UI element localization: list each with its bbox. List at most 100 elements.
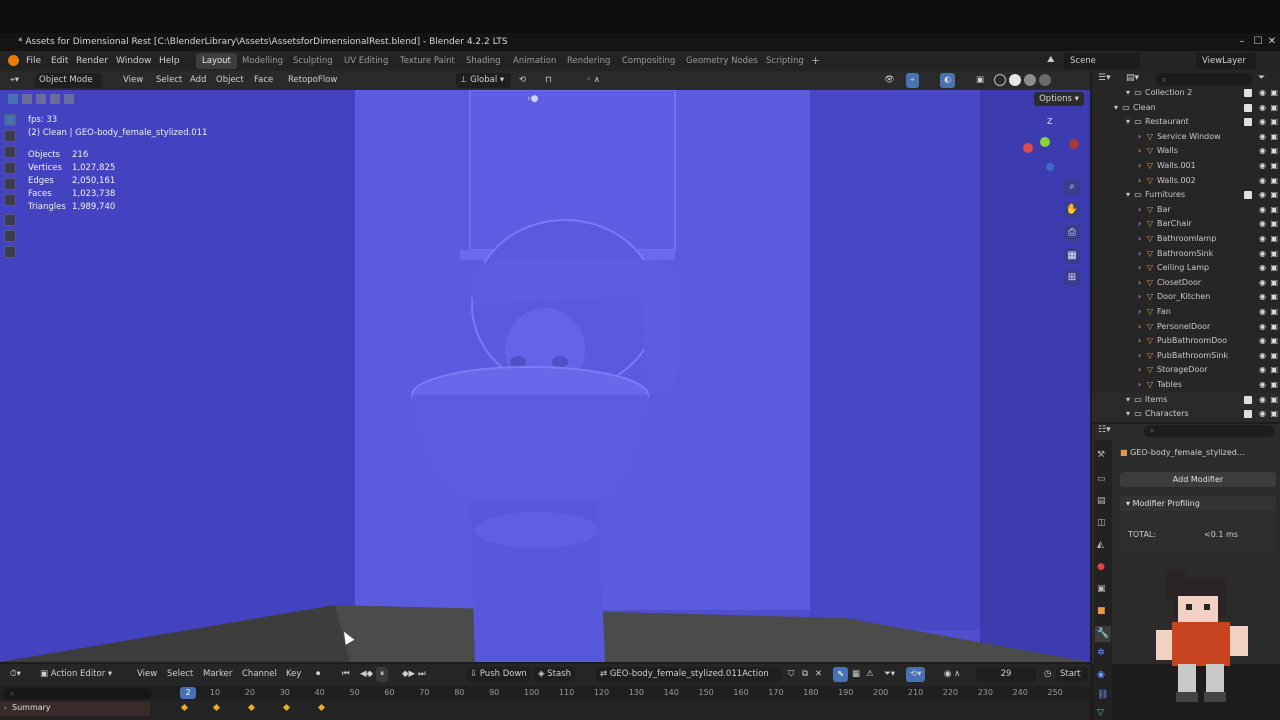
jump-keyframe-back-icon[interactable]: ◀◆ bbox=[356, 667, 377, 682]
exclude-checkbox[interactable] bbox=[1244, 191, 1252, 200]
scene-selector[interactable]: Scene bbox=[1064, 53, 1140, 69]
select-subtract-icon[interactable] bbox=[36, 94, 46, 104]
minimize-button[interactable]: – bbox=[1236, 36, 1248, 48]
outliner-row[interactable]: ▾ ▭ Furnitures ◉ ▣ bbox=[1092, 188, 1280, 203]
visibility-eye-icon[interactable]: ◉ bbox=[1259, 320, 1266, 335]
tab-modelling[interactable]: Modelling bbox=[236, 53, 289, 69]
expand-arrow-icon[interactable]: ▾ bbox=[1126, 188, 1134, 203]
visibility-eye-icon[interactable]: ◉ bbox=[1259, 305, 1266, 320]
scale-tool-icon[interactable] bbox=[4, 178, 16, 190]
expand-arrow-icon[interactable]: › bbox=[1138, 276, 1146, 291]
visibility-eye-icon[interactable]: ◉ bbox=[1259, 232, 1266, 247]
visibility-eye-icon[interactable]: ◉ bbox=[1259, 174, 1266, 189]
render-camera-icon[interactable]: ▣ bbox=[1270, 305, 1278, 320]
render-camera-icon[interactable]: ▣ bbox=[1270, 232, 1278, 247]
properties-editor-icon[interactable]: ☷▾ bbox=[1098, 425, 1111, 435]
tab-animation[interactable]: Animation bbox=[507, 53, 562, 69]
visibility-eye-icon[interactable]: ◉ bbox=[1259, 363, 1266, 378]
proportional-icon[interactable]: ◉ ∧ bbox=[940, 667, 964, 682]
render-camera-icon[interactable]: ▣ bbox=[1270, 115, 1278, 130]
options-dropdown[interactable]: Options ▾ bbox=[1034, 92, 1084, 106]
visibility-eye-icon[interactable]: ◉ bbox=[1259, 378, 1266, 393]
expand-arrow-icon[interactable]: › bbox=[1138, 174, 1146, 189]
visibility-eye-icon[interactable]: ◉ bbox=[1259, 247, 1266, 262]
snapping-icon[interactable]: ⟲▾ bbox=[906, 667, 926, 682]
current-frame-field[interactable]: 29 bbox=[976, 667, 1036, 682]
render-camera-icon[interactable]: ▣ bbox=[1270, 334, 1278, 349]
scene-tab-icon[interactable]: ◭ bbox=[1097, 540, 1109, 552]
render-camera-icon[interactable]: ▣ bbox=[1270, 144, 1278, 159]
visibility-icon[interactable]: 👁 bbox=[880, 73, 899, 88]
pan-hand-icon[interactable]: ✋ bbox=[1064, 202, 1080, 218]
menu-select[interactable]: Select bbox=[152, 73, 186, 88]
menu-face[interactable]: Face bbox=[250, 73, 277, 88]
3d-viewport[interactable] bbox=[0, 90, 1090, 662]
maximize-button[interactable]: ☐ bbox=[1252, 36, 1264, 48]
view-layer-tab-icon[interactable]: ◫ bbox=[1097, 518, 1109, 530]
expand-arrow-icon[interactable]: › bbox=[1138, 247, 1146, 262]
render-camera-icon[interactable]: ▣ bbox=[1270, 188, 1278, 203]
visibility-eye-icon[interactable]: ◉ bbox=[1259, 334, 1266, 349]
tab-layout[interactable]: Layout bbox=[196, 53, 237, 69]
menu-help[interactable]: Help bbox=[159, 51, 180, 71]
timeline-menu-marker[interactable]: Marker bbox=[199, 667, 236, 682]
gizmo-x-axis-icon[interactable] bbox=[1023, 143, 1033, 153]
xray-icon[interactable]: ▣ bbox=[972, 73, 988, 88]
expand-arrow-icon[interactable]: › bbox=[1138, 290, 1146, 305]
pivot-icon[interactable]: ⟲ bbox=[515, 73, 530, 88]
gizmo-z-axis-icon[interactable] bbox=[1046, 163, 1054, 171]
properties-search-input[interactable]: ⌕ bbox=[1144, 425, 1274, 437]
outliner-row[interactable]: › ▽ Tables ◉ ▣ bbox=[1092, 378, 1280, 393]
outliner-row[interactable]: › ▽ Bar ◉ ▣ bbox=[1092, 203, 1280, 218]
outliner-row[interactable]: ▾ ▭ Collection 2 ◉ ▣ bbox=[1092, 86, 1280, 101]
menu-edit[interactable]: Edit bbox=[51, 51, 68, 71]
expand-arrow-icon[interactable]: ▾ bbox=[1126, 407, 1134, 422]
jump-start-icon[interactable]: ⏮ bbox=[338, 667, 354, 682]
overlay-toggle-icon[interactable]: ◐ bbox=[940, 73, 956, 88]
gizmo-y-axis-icon[interactable] bbox=[1040, 137, 1050, 147]
exclude-checkbox[interactable] bbox=[1244, 89, 1252, 97]
clock-icon[interactable]: ◷ bbox=[1040, 667, 1055, 682]
playhead-frame-indicator[interactable]: 2 bbox=[180, 687, 196, 699]
timeline-menu-channel[interactable]: Channel bbox=[238, 667, 281, 682]
render-camera-icon[interactable]: ▣ bbox=[1270, 407, 1278, 422]
dopesheet-body[interactable] bbox=[0, 700, 1090, 720]
render-camera-icon[interactable]: ▣ bbox=[1270, 247, 1278, 262]
push-down-button[interactable]: ⇩ Push Down bbox=[466, 667, 531, 682]
unlink-action-icon[interactable]: ✕ bbox=[811, 667, 826, 682]
render-camera-icon[interactable]: ▣ bbox=[1270, 276, 1278, 291]
expand-arrow-icon[interactable]: ▾ bbox=[1114, 101, 1122, 116]
visibility-eye-icon[interactable]: ◉ bbox=[1259, 393, 1266, 408]
menu-file[interactable]: File bbox=[26, 51, 41, 71]
expand-arrow-icon[interactable]: ▾ bbox=[1126, 86, 1134, 101]
timeline-editor-type-icon[interactable]: ⏱▾ bbox=[6, 667, 25, 682]
cursor-tool-icon[interactable] bbox=[4, 130, 16, 142]
outliner-row[interactable]: ▾ ▭ Restaurant ◉ ▣ bbox=[1092, 115, 1280, 130]
visibility-eye-icon[interactable]: ◉ bbox=[1259, 86, 1266, 101]
select-box-icon[interactable] bbox=[8, 94, 18, 104]
tab-sculpting[interactable]: Sculpting bbox=[287, 53, 339, 69]
outliner-editor-icon[interactable]: ☰▾ bbox=[1098, 73, 1111, 83]
tool-tab-icon[interactable]: ⚒ bbox=[1097, 450, 1109, 462]
outliner-row[interactable]: › ▽ Bathroomlamp ◉ ▣ bbox=[1092, 232, 1280, 247]
local-view-icon[interactable]: ⊞ bbox=[1064, 270, 1080, 286]
render-camera-icon[interactable]: ▣ bbox=[1270, 320, 1278, 335]
exclude-checkbox[interactable] bbox=[1244, 410, 1252, 419]
modifier-tab-icon[interactable]: 🔧 bbox=[1095, 626, 1111, 642]
particles-tab-icon[interactable]: ✲ bbox=[1097, 648, 1109, 660]
render-camera-icon[interactable]: ▣ bbox=[1270, 393, 1278, 408]
filter-icon[interactable]: ⏷ bbox=[1258, 73, 1265, 83]
expand-arrow-icon[interactable]: › bbox=[1138, 130, 1146, 145]
wireframe-shading-icon[interactable] bbox=[994, 74, 1006, 86]
orientation-dropdown[interactable]: ⊥ Global ▾ bbox=[456, 73, 511, 88]
select-intersect-icon[interactable] bbox=[64, 94, 74, 104]
exclude-checkbox[interactable] bbox=[1244, 103, 1252, 112]
expand-arrow-icon[interactable]: › bbox=[1138, 144, 1146, 159]
visibility-eye-icon[interactable]: ◉ bbox=[1259, 188, 1266, 203]
display-mode-icon[interactable]: ▤▾ bbox=[1126, 73, 1139, 83]
tab-rendering[interactable]: Rendering bbox=[561, 53, 616, 69]
tab-scripting[interactable]: Scripting bbox=[760, 53, 810, 69]
channel-search-input[interactable]: ⌕ bbox=[4, 688, 152, 699]
blender-logo-icon[interactable] bbox=[8, 55, 19, 66]
outliner-row[interactable]: › ▽ Fan ◉ ▣ bbox=[1092, 305, 1280, 320]
